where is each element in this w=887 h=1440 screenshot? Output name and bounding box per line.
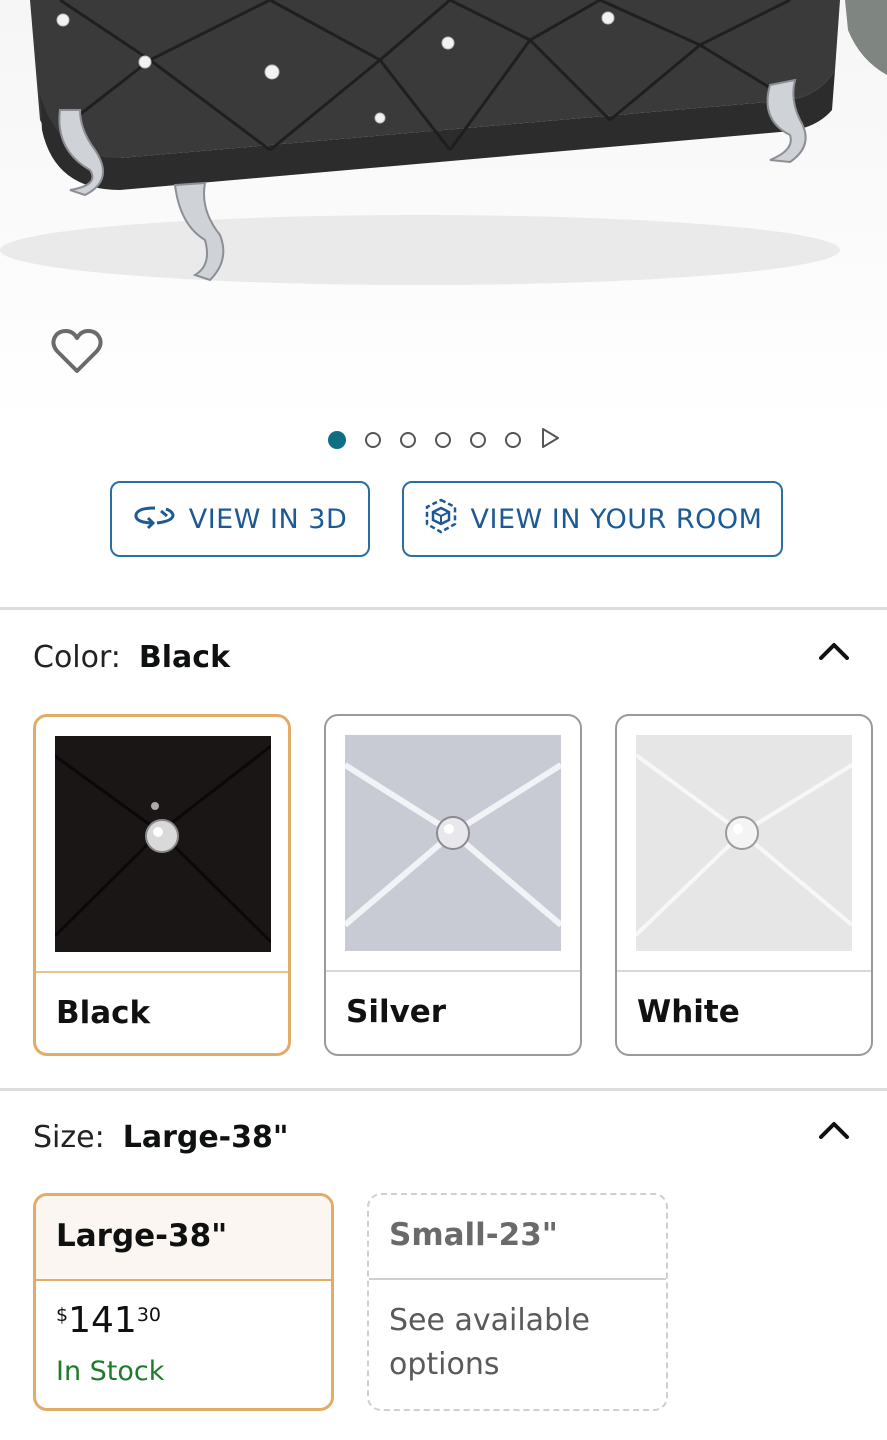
size-option-large[interactable]: Large-38" $14130 In Stock [33, 1193, 334, 1411]
size-selected-value: Large-38" [122, 1120, 289, 1155]
color-option-silver[interactable]: Silver [324, 714, 582, 1056]
size-option-price: $14130 [56, 1300, 161, 1341]
view-in-your-room-button[interactable]: VIEW IN YOUR ROOM [402, 481, 783, 557]
size-label: Size: [33, 1120, 105, 1155]
color-option-black[interactable]: Black [33, 714, 291, 1056]
stock-status: In Stock [56, 1356, 165, 1387]
swatch-separator [617, 970, 871, 972]
size-option-name: Large-38" [56, 1218, 228, 1254]
section-divider [0, 1088, 887, 1091]
wishlist-heart-icon[interactable] [50, 325, 104, 379]
view-in-3d-button[interactable]: VIEW IN 3D [110, 481, 370, 557]
color-collapse-chevron-up-icon[interactable] [814, 636, 854, 666]
size-selector-label: Size: Large-38" [33, 1120, 289, 1155]
carousel-dot-2[interactable] [364, 432, 381, 448]
color-option-white[interactable]: White [615, 714, 873, 1056]
color-option-name: Black [56, 995, 151, 1031]
color-option-name: Silver [346, 994, 447, 1030]
carousel-dot-1[interactable] [327, 431, 346, 449]
black-swatch-image [55, 736, 271, 952]
carousel-play-icon[interactable] [540, 427, 560, 453]
price-whole: 141 [68, 1300, 137, 1341]
swatch-separator [326, 970, 580, 972]
size-option-separator [369, 1278, 666, 1280]
swatch-separator [36, 971, 288, 973]
ar-cube-icon [423, 496, 459, 543]
see-available-options-text: See available options [389, 1303, 590, 1382]
view-in-your-room-label: VIEW IN YOUR ROOM [470, 503, 763, 535]
carousel-dot-3[interactable] [399, 432, 416, 448]
view-in-3d-label: VIEW IN 3D [188, 503, 348, 535]
section-divider [0, 607, 887, 610]
ottoman-photo [0, 0, 887, 285]
color-label: Color: [33, 640, 121, 675]
carousel-dot-6[interactable] [504, 432, 521, 448]
carousel-dot-4[interactable] [434, 432, 451, 448]
size-collapse-chevron-up-icon[interactable] [814, 1115, 854, 1145]
size-option-small[interactable]: Small-23" See available options [367, 1193, 668, 1411]
image-carousel-indicator [0, 425, 887, 455]
product-image[interactable] [0, 0, 887, 420]
size-option-separator [36, 1279, 331, 1281]
price-currency-symbol: $ [56, 1304, 69, 1326]
color-selector-label: Color: Black [33, 640, 230, 675]
rotate-3d-icon [133, 502, 177, 537]
silver-swatch-image [345, 735, 561, 951]
size-option-name: Small-23" [389, 1217, 558, 1253]
carousel-dot-5[interactable] [469, 432, 486, 448]
price-cents: 30 [136, 1304, 161, 1326]
color-option-name: White [637, 994, 740, 1030]
color-selected-value: Black [138, 640, 231, 675]
white-swatch-image [636, 735, 852, 951]
